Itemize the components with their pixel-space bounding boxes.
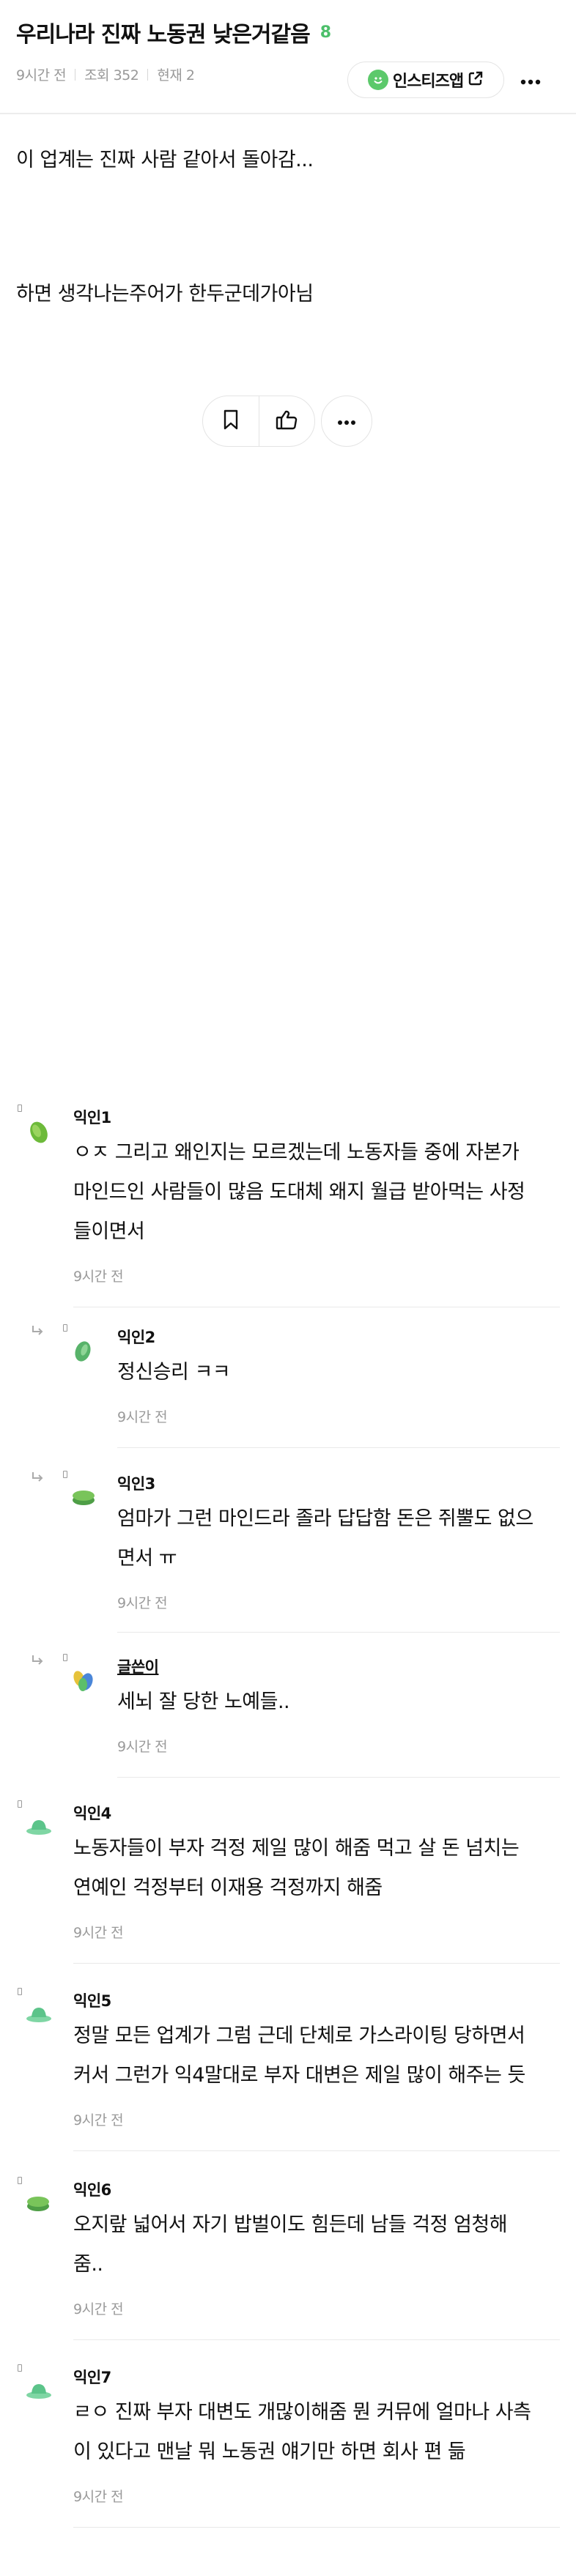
post-meta: 9시간 전 조회 352 현재 2 — [16, 64, 195, 84]
title-row: 우리나라 진짜 노동권 낮은거같음 8 — [16, 16, 331, 48]
comment-author[interactable]: 익인4 — [73, 1802, 111, 1824]
insti-app-label: 인스티즈앱 — [392, 73, 464, 91]
comment-author[interactable]: 익인5 — [73, 1989, 111, 2011]
avatar — [26, 1119, 53, 1146]
comment-text: 엄마가 그런 마인드라 졸라 답답함 돈은 쥐뿔도 없으 면서 ㅠ — [117, 1499, 533, 1578]
reply-arrow-icon — [31, 1471, 44, 1484]
comment-divider — [117, 1447, 560, 1448]
avatar — [25, 2002, 51, 2029]
comment-marker-icon — [18, 2364, 22, 2372]
comment-divider — [73, 2527, 560, 2528]
more-horizontal-icon — [337, 415, 356, 428]
post-action-group — [202, 396, 315, 447]
avatar — [25, 2379, 51, 2405]
like-button[interactable] — [259, 396, 315, 446]
comment-text: 오지랖 넓어서 자기 밥벌이도 힘든데 남들 걱정 엄청해 줌.. — [73, 2205, 508, 2284]
comment-marker-icon — [63, 1324, 67, 1332]
comment-line: 엄마가 그런 마인드라 졸라 답답함 돈은 쥐뿔도 없으 — [117, 1507, 533, 1530]
post-header: 우리나라 진짜 노동권 낮은거같음 8 9시간 전 조회 352 현재 2 인스… — [0, 0, 576, 114]
comment-time: 9시간 전 — [73, 1269, 124, 1285]
comment-author[interactable]: 익인2 — [117, 1326, 155, 1348]
post-time: 9시간 전 — [16, 67, 67, 83]
avatar — [25, 1815, 51, 1841]
comment-marker-icon — [18, 1988, 22, 1995]
comment-time: 9시간 전 — [73, 2489, 124, 2505]
comment-line: 들이면서 — [73, 1220, 145, 1243]
post-body-line: 하면 생각나는주어가 한두군데가아님 — [16, 283, 314, 305]
view-count: 조회 352 — [84, 67, 139, 83]
comment-divider — [117, 1777, 560, 1778]
avatar — [25, 2191, 51, 2218]
comment-text: 세뇌 잘 당한 노예들.. — [117, 1682, 290, 1722]
comment-author[interactable]: 글쓴이 — [117, 1655, 159, 1677]
comment-line: ㅇㅈ 그리고 왜인지는 모르겠는데 노동자들 중에 자본가 — [73, 1141, 520, 1164]
comment-divider — [117, 1632, 560, 1633]
more-horizontal-icon — [520, 74, 541, 88]
avatar — [70, 1669, 97, 1695]
comment-text: ㅇㅈ 그리고 왜인지는 모르겠는데 노동자들 중에 자본가 마인드인 사람들이 … — [73, 1133, 525, 1252]
comment-time: 9시간 전 — [73, 2112, 124, 2128]
comment-line: 오지랖 넓어서 자기 밥벌이도 힘든데 남들 걱정 엄청해 — [73, 2213, 508, 2236]
comment-divider — [73, 2339, 560, 2340]
comment-time: 9시간 전 — [117, 1409, 168, 1425]
comment-author[interactable]: 익인6 — [73, 2178, 111, 2200]
comment-divider — [73, 2150, 560, 2151]
comment-text: 노동자들이 부자 걱정 제일 많이 해줌 먹고 살 돈 넘치는 연예인 걱정부터… — [73, 1829, 520, 1908]
comment-marker-icon — [18, 1105, 22, 1112]
thumbs-up-icon — [276, 409, 298, 433]
reply-arrow-icon — [31, 1654, 44, 1667]
bookmark-icon — [223, 409, 239, 433]
post-more-button[interactable] — [513, 63, 548, 98]
open-insti-app-button[interactable]: 인스티즈앱 — [347, 62, 504, 98]
comment-text: 정신승리 ㅋㅋ — [117, 1353, 231, 1392]
comment-count-badge[interactable]: 8 — [320, 23, 331, 42]
comment-line: 커서 그런가 익4말대로 부자 대변은 제일 많이 해주는 듯 — [73, 2064, 525, 2087]
post-body-line: 이 업계는 진짜 사람 같아서 돌아감... — [16, 149, 314, 171]
comment-line: 면서 ㅠ — [117, 1547, 177, 1570]
comment-marker-icon — [18, 2177, 22, 2184]
reply-arrow-icon — [31, 1324, 44, 1337]
current-viewers: 현재 2 — [157, 67, 195, 83]
comment-line: 줌.. — [73, 2253, 103, 2276]
comment-line: 노동자들이 부자 걱정 제일 많이 해줌 먹고 살 돈 넘치는 — [73, 1837, 520, 1860]
comment-author[interactable]: 익인7 — [73, 2366, 111, 2388]
bookmark-button[interactable] — [203, 396, 259, 446]
comment-divider — [73, 1963, 560, 1964]
comment-line: 정신승리 ㅋㅋ — [117, 1361, 231, 1384]
comment-author[interactable]: 익인1 — [73, 1106, 111, 1128]
comment-marker-icon — [63, 1654, 67, 1661]
comment-line: 세뇌 잘 당한 노예들.. — [117, 1690, 290, 1713]
post-action-more-button[interactable] — [321, 396, 372, 447]
avatar — [70, 1485, 97, 1512]
comment-text: ㄹㅇ 진짜 부자 대변도 개많이해줌 뭔 커뮤에 얼마나 사측 이 있다고 맨날… — [73, 2393, 531, 2472]
comment-marker-icon — [63, 1471, 67, 1478]
comment-time: 9시간 전 — [117, 1595, 168, 1611]
comment-line: ㄹㅇ 진짜 부자 대변도 개많이해줌 뭔 커뮤에 얼마나 사측 — [73, 2401, 531, 2424]
comment-line: 연예인 걱정부터 이재용 걱정까지 해줌 — [73, 1877, 383, 1899]
meta-divider — [147, 68, 149, 81]
comment-time: 9시간 전 — [73, 1925, 124, 1941]
comment-line: 이 있다고 맨날 뭐 노동권 얘기만 하면 회사 편 듦 — [73, 2440, 466, 2463]
comment-author[interactable]: 익인3 — [117, 1472, 155, 1494]
comment-marker-icon — [18, 1800, 22, 1808]
post-title: 우리나라 진짜 노동권 낮은거같음 — [16, 22, 311, 48]
comment-time: 9시간 전 — [73, 2301, 124, 2317]
insti-smile-icon — [367, 70, 388, 90]
comment-line: 마인드인 사람들이 많음 도대체 왜지 월급 받아먹는 사정 — [73, 1181, 525, 1203]
comment-time: 9시간 전 — [117, 1739, 168, 1755]
avatar — [70, 1339, 97, 1365]
external-link-icon — [468, 70, 484, 89]
comment-text: 정말 모든 업계가 그럼 근데 단체로 가스라이팅 당하면서 커서 그런가 익4… — [73, 2016, 525, 2096]
comment-line: 정말 모든 업계가 그럼 근데 단체로 가스라이팅 당하면서 — [73, 2024, 525, 2047]
